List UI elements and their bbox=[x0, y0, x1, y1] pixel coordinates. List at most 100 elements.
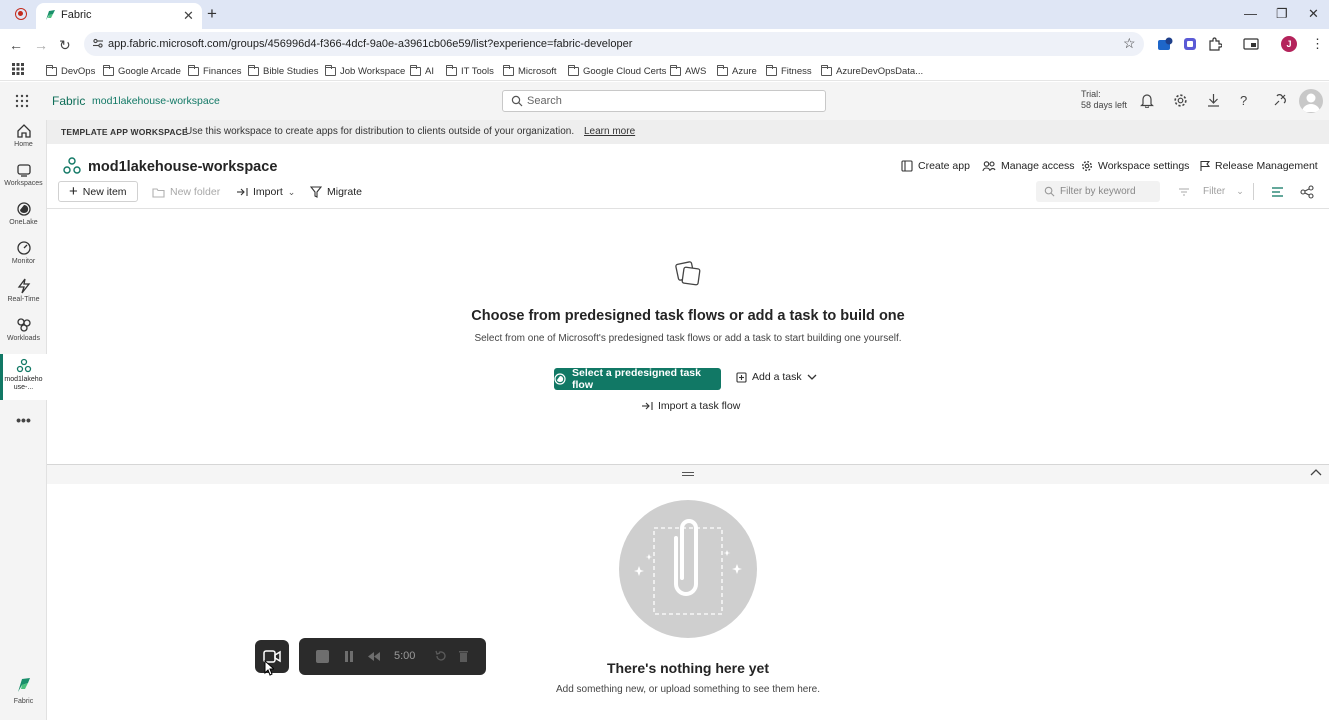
bookmark-microsoft[interactable]: Microsoft bbox=[503, 64, 557, 78]
settings-gear-icon[interactable] bbox=[1173, 93, 1188, 108]
close-window-button[interactable]: ✕ bbox=[1308, 6, 1319, 22]
address-bar[interactable]: app.fabric.microsoft.com/groups/456996d4… bbox=[84, 32, 1144, 56]
rail-item-monitor[interactable]: Monitor bbox=[0, 240, 47, 272]
pause-icon[interactable] bbox=[344, 650, 354, 663]
reload-button[interactable]: ↻ bbox=[59, 37, 71, 54]
restore-button[interactable]: ❐ bbox=[1276, 6, 1288, 22]
bookmark-google-cloud-certs[interactable]: Google Cloud Certs bbox=[568, 64, 666, 78]
learn-more-link[interactable]: Learn more bbox=[584, 126, 635, 137]
migrate-icon bbox=[310, 186, 322, 198]
bookmark-fitness[interactable]: Fitness bbox=[766, 64, 812, 78]
site-info-icon[interactable] bbox=[92, 37, 104, 49]
bookmark-finances[interactable]: Finances bbox=[188, 64, 242, 78]
page-title: mod1lakehouse-workspace bbox=[88, 159, 278, 175]
task-flow-subheading: Select from one of Microsoft's predesign… bbox=[474, 333, 902, 344]
resize-grip-icon[interactable] bbox=[682, 472, 694, 476]
browser-tab-bar: Fabric ✕ + — ❐ ✕ bbox=[0, 0, 1329, 29]
bookmark-ai[interactable]: AI bbox=[410, 64, 434, 78]
plus-icon: + bbox=[69, 183, 78, 200]
task-flow-illustration-icon bbox=[674, 259, 702, 287]
new-folder-icon bbox=[152, 187, 165, 198]
forward-button[interactable]: → bbox=[34, 37, 48, 53]
new-item-button[interactable]: + New item bbox=[58, 181, 138, 202]
browser-tab[interactable]: Fabric ✕ bbox=[36, 3, 202, 29]
delete-icon[interactable] bbox=[458, 650, 469, 663]
notifications-bell-icon[interactable] bbox=[1140, 93, 1154, 108]
manage-access-button[interactable]: Manage access bbox=[982, 160, 1075, 172]
fabric-switcher[interactable]: Fabric bbox=[0, 677, 47, 706]
share-feedback-icon[interactable] bbox=[1273, 93, 1287, 107]
bookmark-azuredevopsdata[interactable]: AzureDevOpsData... bbox=[821, 64, 923, 78]
bookmark-star-icon[interactable]: ☆ bbox=[1123, 35, 1136, 52]
list-view-icon[interactable] bbox=[1271, 186, 1284, 198]
extensions-puzzle-icon[interactable] bbox=[1208, 37, 1222, 51]
import-task-flow-button[interactable]: Import a task flow bbox=[641, 400, 740, 412]
bookmark-google-arcade[interactable]: Google Arcade bbox=[103, 64, 181, 78]
filter-keyword-input[interactable]: Filter by keyword bbox=[1036, 181, 1160, 202]
minimize-button[interactable]: — bbox=[1244, 6, 1257, 21]
migrate-button[interactable]: Migrate bbox=[310, 183, 362, 201]
bookmark-job-workspace[interactable]: Job Workspace bbox=[325, 64, 405, 78]
search-icon bbox=[511, 95, 523, 107]
select-predesigned-task-flow-button[interactable]: Select a predesigned task flow bbox=[554, 367, 721, 391]
rail-item-current-workspace[interactable]: mod1lakeho use-... bbox=[0, 354, 47, 400]
rail-item-realtime[interactable]: Real-Time bbox=[0, 278, 47, 310]
tab-close-icon[interactable]: ✕ bbox=[183, 8, 194, 24]
app-launcher-icon[interactable] bbox=[15, 94, 29, 108]
folder-icon bbox=[717, 64, 728, 76]
rail-item-onelake[interactable]: OneLake bbox=[0, 201, 47, 233]
browser-profile-avatar[interactable]: J bbox=[1281, 36, 1297, 52]
filter-button[interactable]: Filter ⌄ bbox=[1174, 181, 1244, 202]
folder-icon bbox=[188, 64, 199, 76]
collapse-chevron-up-icon[interactable] bbox=[1310, 468, 1322, 476]
rail-item-home[interactable]: Home bbox=[0, 123, 47, 155]
add-task-dropdown[interactable]: Add a task bbox=[736, 371, 817, 383]
app-header: Fabric mod1lakehouse-workspace Search Tr… bbox=[0, 82, 1329, 120]
bookmark-bible-studies[interactable]: Bible Studies bbox=[248, 64, 318, 78]
rewind-icon[interactable] bbox=[367, 651, 381, 662]
new-tab-button[interactable]: + bbox=[207, 4, 217, 24]
cast-icon[interactable] bbox=[1243, 37, 1259, 51]
brand-label[interactable]: Fabric bbox=[52, 94, 85, 108]
flag-icon bbox=[1200, 160, 1210, 172]
command-bar-divider bbox=[47, 208, 1329, 209]
panel-splitter[interactable] bbox=[47, 464, 1329, 484]
create-app-button[interactable]: Create app bbox=[901, 160, 970, 172]
more-options-icon[interactable]: ••• bbox=[0, 412, 47, 428]
search-input[interactable]: Search bbox=[502, 90, 826, 112]
bookmarks-bar: DevOps Google Arcade Finances Bible Stud… bbox=[0, 59, 1329, 81]
add-task-icon bbox=[736, 371, 747, 383]
workspace-settings-button[interactable]: Workspace settings bbox=[1081, 160, 1189, 172]
trial-status[interactable]: Trial: 58 days left bbox=[1081, 89, 1127, 111]
extension-icon[interactable] bbox=[1157, 37, 1173, 51]
stop-recording-button[interactable] bbox=[316, 650, 329, 663]
chevron-down-icon: ⌄ bbox=[1236, 186, 1244, 196]
recording-indicator-icon bbox=[15, 8, 27, 20]
rail-item-workloads[interactable]: Workloads bbox=[0, 317, 47, 349]
restart-icon[interactable] bbox=[435, 650, 447, 662]
folder-icon bbox=[325, 64, 336, 76]
new-folder-button[interactable]: New folder bbox=[152, 183, 220, 201]
back-button[interactable]: ← bbox=[9, 37, 23, 53]
bookmark-devops[interactable]: DevOps bbox=[46, 64, 95, 78]
folder-icon bbox=[248, 64, 259, 76]
rail-item-workspaces[interactable]: Workspaces bbox=[0, 162, 47, 194]
browser-menu-icon[interactable]: ⋮ bbox=[1311, 36, 1324, 52]
task-flow-icon bbox=[554, 373, 566, 385]
release-management-button[interactable]: Release Management bbox=[1200, 160, 1318, 172]
download-icon[interactable] bbox=[1207, 93, 1220, 107]
import-dropdown[interactable]: Import ⌄ bbox=[236, 183, 295, 201]
help-icon[interactable]: ? bbox=[1240, 93, 1247, 108]
left-navigation-rail: Home Workspaces OneLake Monitor Real-Tim… bbox=[0, 120, 47, 720]
apps-grid-icon[interactable] bbox=[12, 63, 24, 75]
filter-icon bbox=[1178, 187, 1190, 197]
extension-2-icon[interactable] bbox=[1183, 37, 1197, 51]
user-avatar[interactable] bbox=[1299, 89, 1323, 113]
bookmark-azure[interactable]: Azure bbox=[717, 64, 757, 78]
bookmark-it-tools[interactable]: IT Tools bbox=[446, 64, 494, 78]
fabric-favicon-icon bbox=[44, 9, 56, 21]
bookmark-aws[interactable]: AWS bbox=[670, 64, 706, 78]
browser-toolbar: ← → ↻ app.fabric.microsoft.com/groups/45… bbox=[0, 29, 1329, 59]
workspace-breadcrumb[interactable]: mod1lakehouse-workspace bbox=[92, 95, 220, 107]
lineage-view-icon[interactable] bbox=[1300, 185, 1314, 199]
